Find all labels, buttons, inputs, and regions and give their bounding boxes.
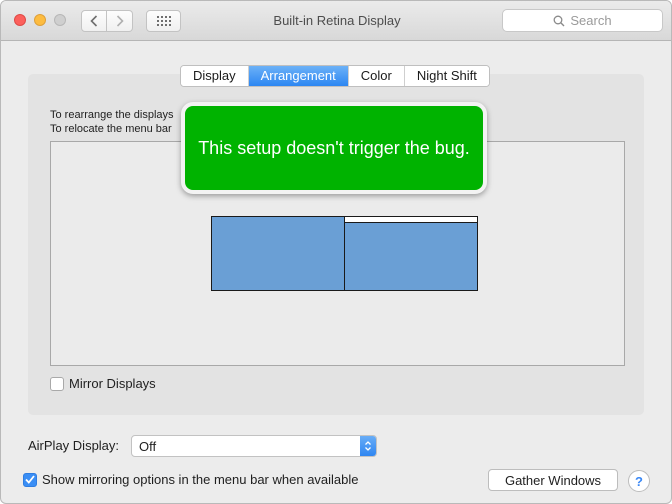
search-placeholder: Search [570, 13, 612, 28]
minimize-button[interactable] [34, 14, 46, 26]
show-all-grid-icon [156, 16, 171, 26]
chevron-left-icon [90, 15, 98, 27]
menu-bar-indicator[interactable] [345, 217, 477, 223]
show-mirroring-option[interactable]: Show mirroring options in the menu bar w… [23, 472, 359, 487]
search-icon [553, 15, 565, 26]
annotation-callout: This setup doesn't trigger the bug. [181, 102, 487, 194]
tab-night-shift[interactable]: Night Shift [404, 66, 489, 86]
airplay-select-value: Off [139, 439, 157, 454]
forward-button[interactable] [107, 10, 133, 32]
back-button[interactable] [81, 10, 107, 32]
display-thumbnail-secondary[interactable] [211, 216, 345, 291]
mirror-displays-checkbox[interactable] [50, 376, 64, 391]
chevron-right-icon [116, 15, 124, 27]
help-button[interactable]: ? [628, 470, 650, 492]
show-mirroring-checkbox[interactable] [23, 472, 37, 487]
tab-display[interactable]: Display [181, 66, 249, 86]
show-all-button[interactable] [146, 10, 181, 32]
title-bar: Built-in Retina Display Search [1, 1, 671, 41]
airplay-label: AirPlay Display: [28, 438, 120, 453]
preferences-window: Built-in Retina Display Search Display A… [0, 0, 672, 504]
tab-color[interactable]: Color [348, 66, 405, 86]
display-thumbnail-main[interactable] [344, 216, 478, 291]
search-field[interactable]: Search [502, 9, 663, 32]
instruction-text-1: To rearrange the displays [50, 109, 174, 121]
tab-bar: Display Arrangement Color Night Shift [180, 65, 490, 87]
mirror-displays-option[interactable]: Mirror Displays [50, 376, 156, 391]
window-title: Built-in Retina Display [273, 13, 401, 28]
airplay-select[interactable]: Off [131, 435, 377, 457]
show-mirroring-label: Show mirroring options in the menu bar w… [42, 472, 359, 487]
instruction-text-2: To relocate the menu bar [50, 123, 172, 135]
zoom-button[interactable] [54, 14, 66, 26]
gather-windows-button[interactable]: Gather Windows [488, 469, 618, 491]
checkmark-icon [25, 475, 35, 484]
tab-arrangement[interactable]: Arrangement [248, 66, 349, 86]
close-button[interactable] [14, 14, 26, 26]
stepper-arrows-icon [360, 436, 376, 456]
mirror-displays-label: Mirror Displays [69, 376, 156, 391]
